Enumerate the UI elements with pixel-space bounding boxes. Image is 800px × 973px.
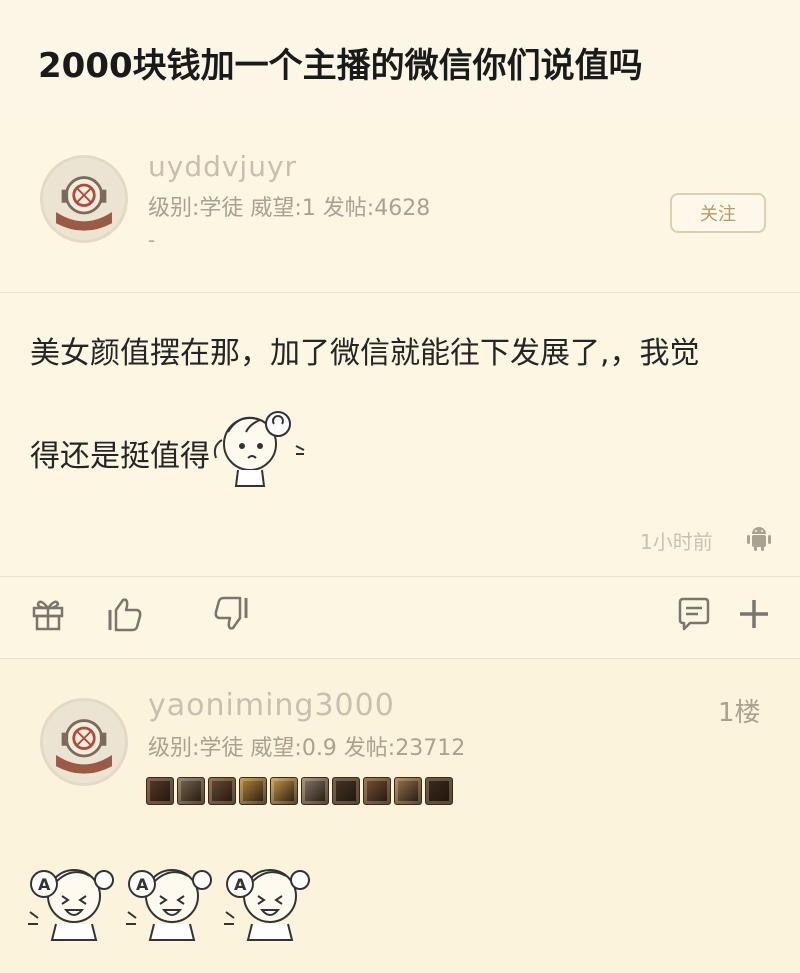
dislike-icon[interactable] — [212, 594, 252, 634]
post-username[interactable]: uyddvjuyr — [148, 150, 297, 183]
medal-badge-icon[interactable] — [332, 777, 360, 805]
reply-username[interactable]: yaoniming3000 — [148, 688, 395, 723]
svg-text:A: A — [136, 875, 149, 894]
floor-number: 1楼 — [718, 698, 761, 728]
laughing-chibi-icon: A — [124, 858, 220, 946]
reply-user-stats: 级别:学徒 威望:0.9 发帖:23712 — [148, 736, 466, 761]
default-avatar-icon — [43, 701, 125, 783]
default-avatar-icon — [43, 158, 125, 240]
post-timestamp: 1小时前 — [640, 530, 713, 554]
divider — [0, 576, 800, 577]
comment-icon[interactable] — [674, 594, 714, 634]
post-user-signature: - — [148, 228, 156, 252]
page-title: 2000块钱加一个主播的微信你们说值吗 — [38, 46, 643, 86]
plus-icon[interactable] — [734, 594, 774, 634]
medal-badge-icon[interactable] — [363, 777, 391, 805]
medal-badge-icon[interactable] — [301, 777, 329, 805]
medal-badge-icon[interactable] — [394, 777, 422, 805]
title-bar: 2000块钱加一个主播的微信你们说值吗 — [0, 0, 800, 119]
svg-text:A: A — [234, 875, 247, 894]
android-icon — [747, 527, 771, 551]
laughing-chibi-icon: A — [222, 858, 318, 946]
gift-icon[interactable] — [28, 594, 68, 634]
medal-badge-icon[interactable] — [146, 777, 174, 805]
post-content-line: 美女颜值摆在那，加了微信就能往下发展了,，我觉 — [30, 336, 700, 371]
divider — [0, 292, 800, 293]
chibi-sticker-icon — [210, 406, 306, 507]
svg-text:A: A — [38, 875, 51, 894]
medal-badges — [146, 777, 453, 805]
medal-badge-icon[interactable] — [239, 777, 267, 805]
divider — [0, 658, 800, 659]
like-icon[interactable] — [104, 594, 144, 634]
avatar[interactable] — [40, 155, 128, 243]
medal-badge-icon[interactable] — [425, 777, 453, 805]
post-content: 美女颜值摆在那，加了微信就能往下发展了,，我觉 得还是挺值得 — [30, 328, 770, 507]
medal-badge-icon[interactable] — [177, 777, 205, 805]
avatar[interactable] — [40, 698, 128, 786]
reply-emoji-content: AAA — [26, 858, 318, 946]
post-content-line: 得还是挺值得 — [30, 438, 210, 474]
post-user-stats: 级别:学徒 威望:1 发帖:4628 — [148, 196, 431, 221]
laughing-chibi-icon: A — [26, 858, 122, 946]
medal-badge-icon[interactable] — [208, 777, 236, 805]
follow-button[interactable]: 关注 — [670, 193, 766, 233]
medal-badge-icon[interactable] — [270, 777, 298, 805]
